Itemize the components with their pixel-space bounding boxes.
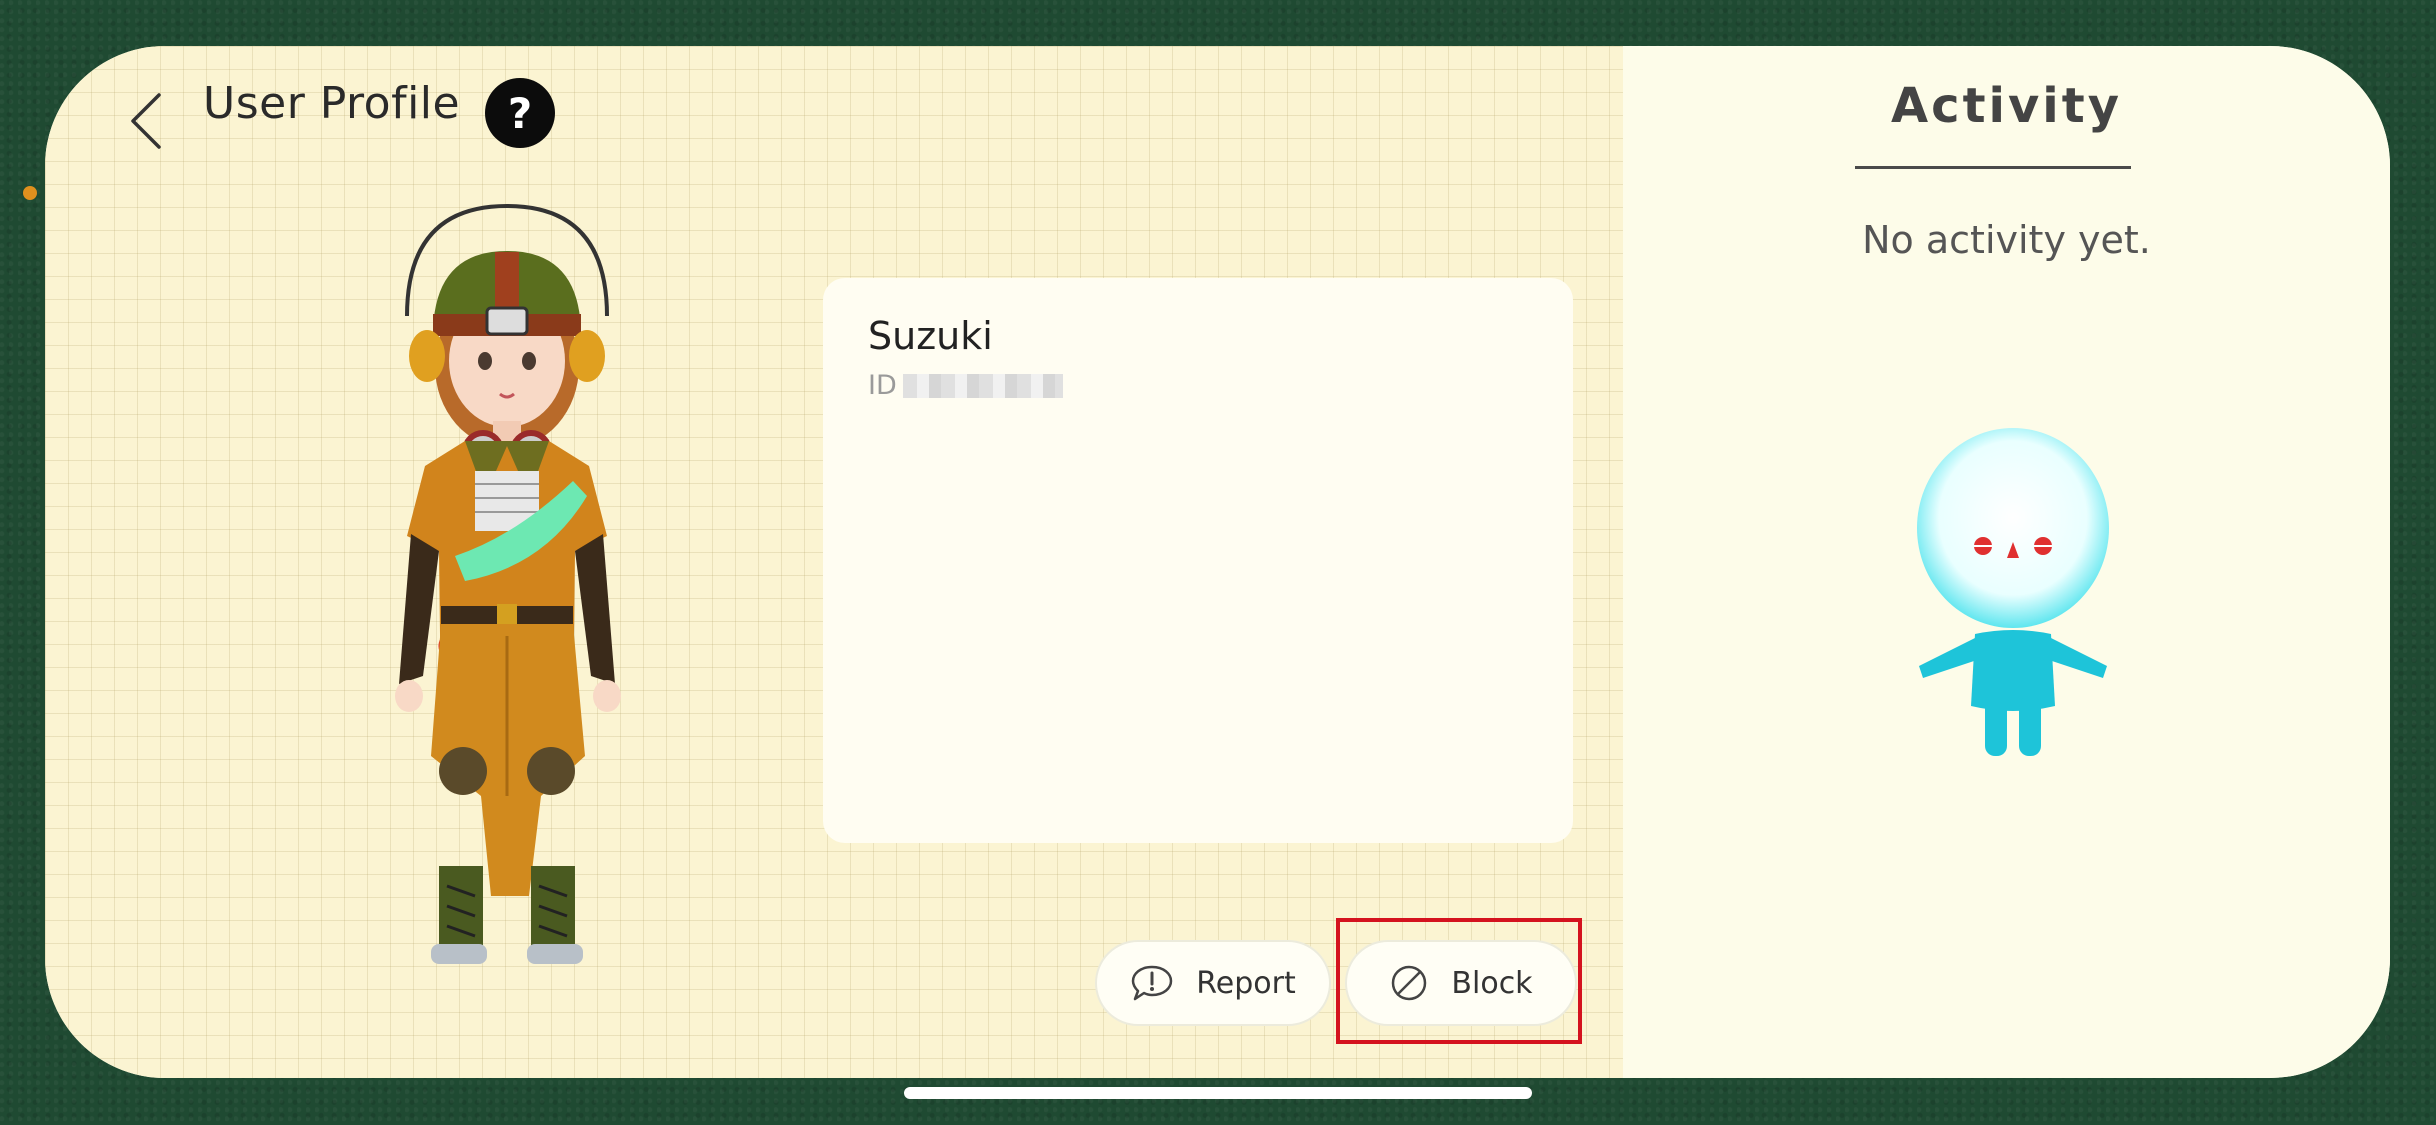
highlight-box: [1336, 918, 1582, 1044]
activity-panel: Activity No activity yet.: [1623, 46, 2390, 1078]
tab-underline: [1855, 166, 2131, 169]
status-dot: [23, 186, 37, 200]
app-screen: User Profile ? Suzuki ID Report Block Ac…: [45, 46, 2390, 1078]
report-label: Report: [1196, 965, 1296, 1001]
profile-id: ID: [868, 370, 1063, 401]
user-avatar[interactable]: [315, 196, 695, 976]
back-button[interactable]: [115, 81, 175, 161]
tab-activity[interactable]: Activity: [1623, 78, 2390, 134]
help-button[interactable]: ?: [485, 78, 555, 148]
report-button[interactable]: Report: [1095, 940, 1331, 1026]
home-indicator[interactable]: [904, 1087, 1532, 1099]
activity-empty-message: No activity yet.: [1862, 218, 2151, 262]
mascot-character: [1917, 428, 2109, 756]
chevron-left-icon: [131, 93, 161, 149]
profile-card: Suzuki ID: [823, 278, 1573, 843]
profile-panel: User Profile ? Suzuki ID Report Block: [45, 46, 1623, 1078]
speech-bubble-exclamation-icon: [1130, 964, 1174, 1002]
profile-id-label: ID: [868, 370, 897, 401]
profile-name: Suzuki: [868, 314, 993, 358]
redacted-id: [902, 373, 1063, 398]
page-title: User Profile: [203, 78, 461, 129]
